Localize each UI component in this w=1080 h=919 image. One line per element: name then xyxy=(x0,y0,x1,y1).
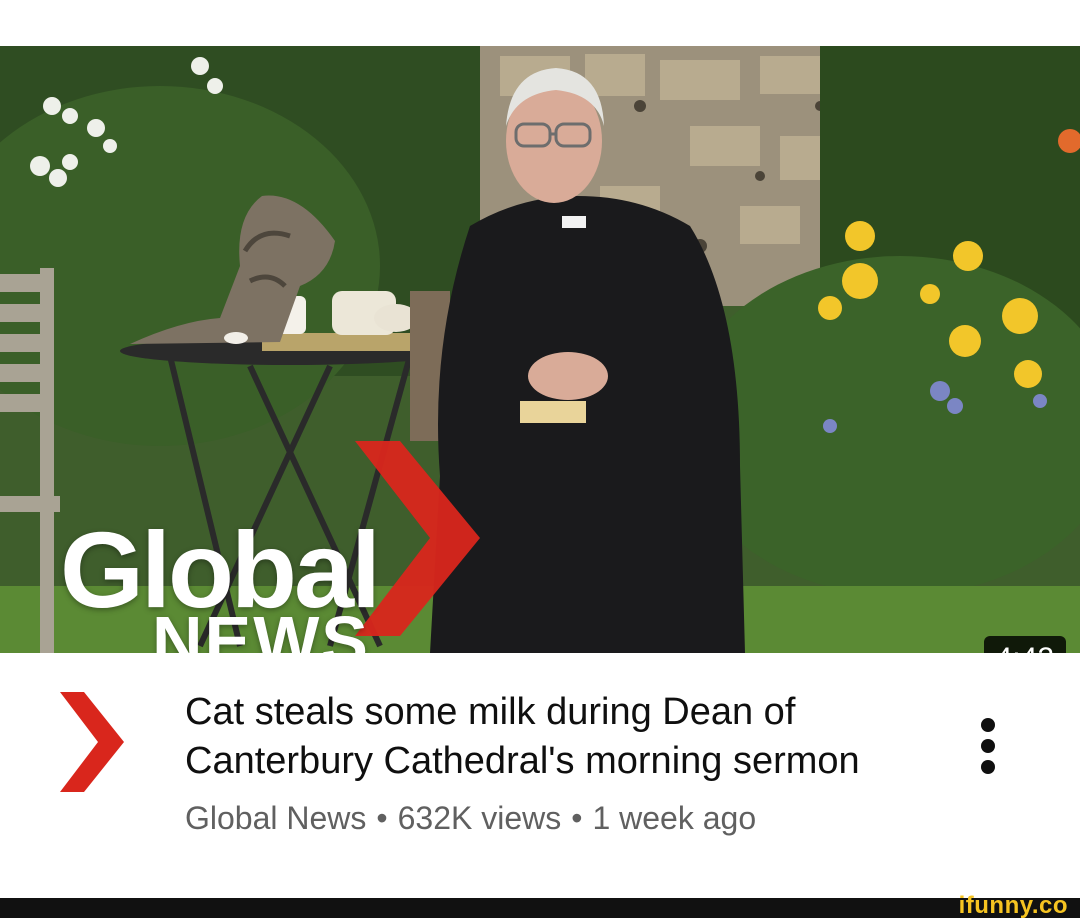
footer-bar xyxy=(0,898,1080,918)
video-title[interactable]: Cat steals some milk during Dean of Cant… xyxy=(185,688,925,786)
upload-age: 1 week ago xyxy=(592,800,757,836)
video-thumbnail[interactable]: Global NEWS 4:42 xyxy=(0,46,1080,653)
meta-separator: • xyxy=(376,800,388,836)
more-dot xyxy=(981,760,995,774)
video-duration-badge: 4:42 xyxy=(983,636,1066,653)
watermark-news: NEWS xyxy=(152,602,370,653)
video-meta: Global News • 632K views • 1 week ago xyxy=(185,798,756,838)
channel-name[interactable]: Global News xyxy=(185,800,366,836)
ifunny-watermark: ifunny.co xyxy=(958,892,1068,919)
meta-separator: • xyxy=(571,800,583,836)
more-vertical-icon xyxy=(981,718,995,732)
view-count: 632K views xyxy=(397,800,562,836)
more-options-button[interactable] xyxy=(968,718,1008,774)
more-dot xyxy=(981,739,995,753)
channel-logo-icon[interactable] xyxy=(60,692,124,792)
